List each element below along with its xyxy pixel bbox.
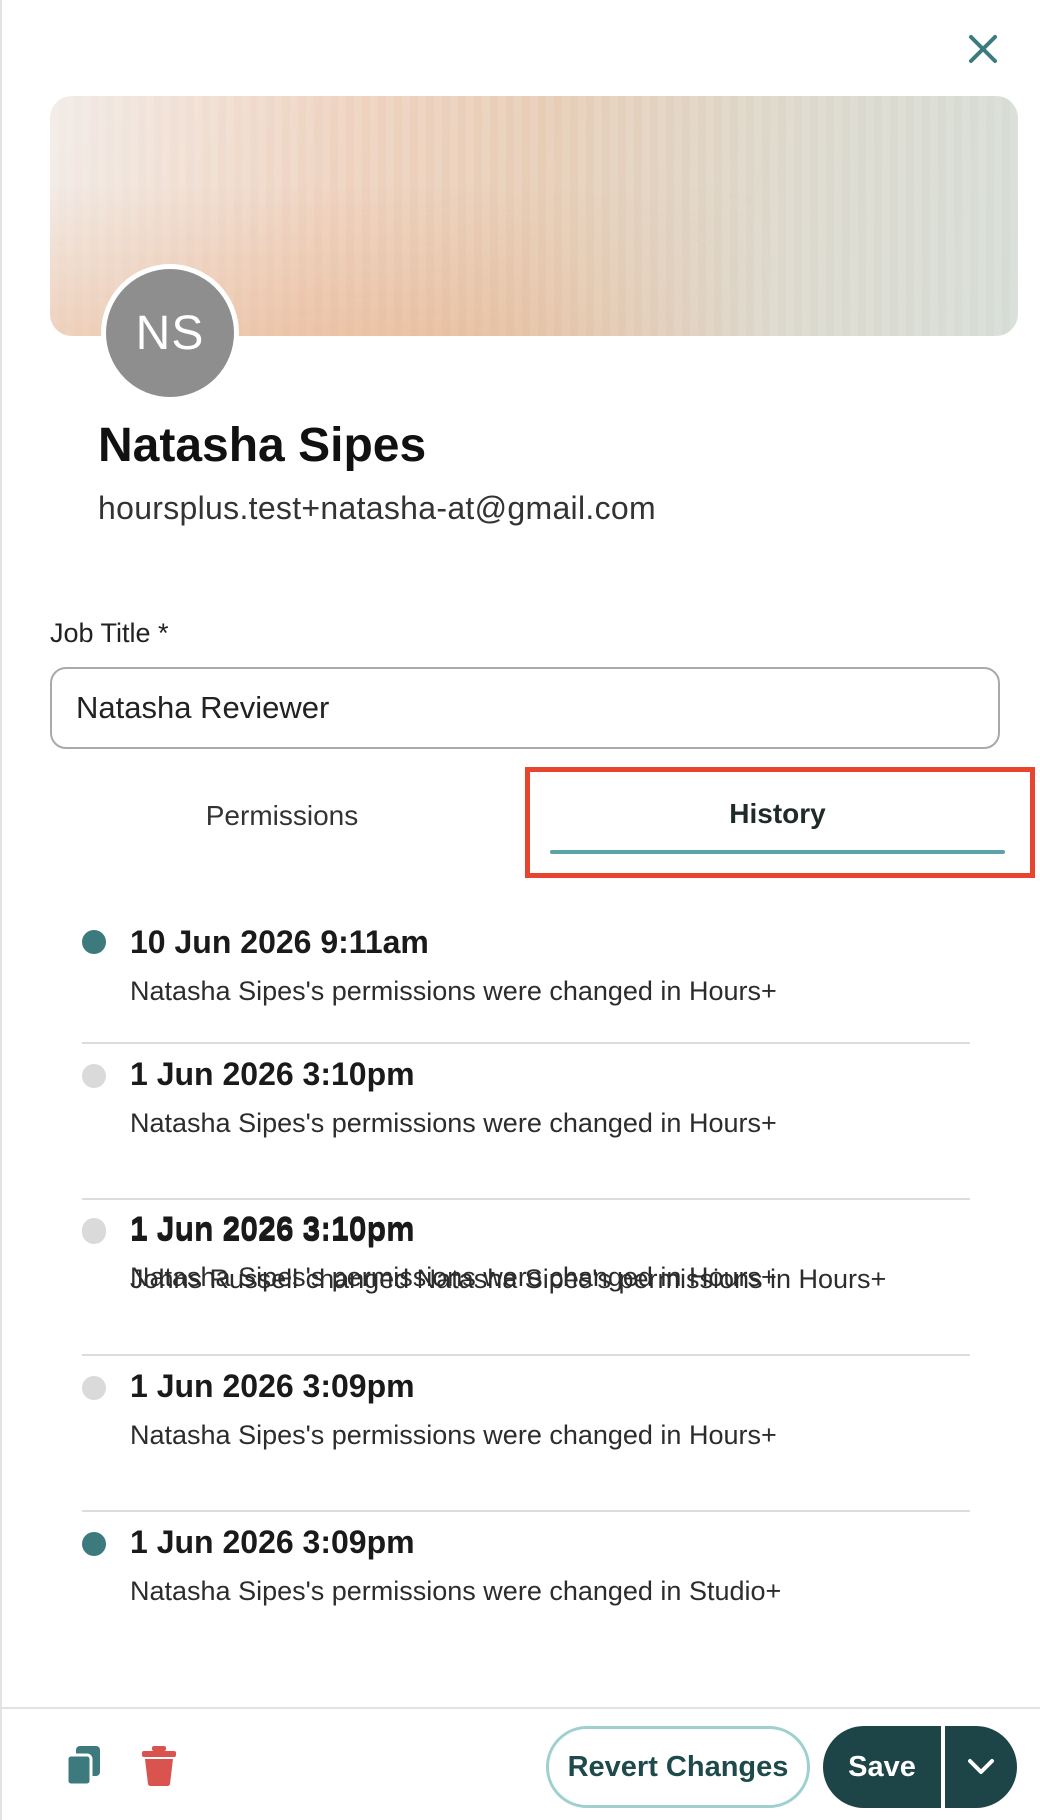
history-date: 1 Jun 2026 3:09pm <box>130 1368 415 1404</box>
copy-icon <box>65 1746 100 1787</box>
history-item: 1 Jun 2026 3:10pm Johns Russell changed … <box>82 1198 970 1354</box>
panel-edge <box>0 0 2 1820</box>
status-dot <box>82 930 106 954</box>
save-button[interactable]: Save <box>823 1726 941 1808</box>
close-icon <box>969 35 997 63</box>
history-description: Natasha Sipes's permissions were changed… <box>130 976 777 1006</box>
highlight-box <box>525 767 1035 878</box>
status-dot <box>82 1376 106 1400</box>
footer-divider <box>0 1707 1040 1709</box>
history-date: 1 Jun 2026 3:10pm <box>130 1056 415 1092</box>
history-item: 10 Jun 2026 9:11am Natasha Sipes's permi… <box>82 910 970 1042</box>
history-item: 1 Jun 2026 3:10pm Natasha Sipes's permis… <box>82 1042 970 1198</box>
history-description: Natasha Sipes's permissions were changed… <box>130 1576 782 1606</box>
status-dot <box>82 1220 106 1244</box>
history-description: Natasha Sipes's permissions were changed… <box>130 1420 777 1450</box>
delete-button[interactable] <box>140 1744 178 1788</box>
history-list-rest: 1 Jun 2026 3:10pm Natasha Sipes's permis… <box>82 1042 970 1666</box>
trash-icon <box>142 1746 176 1786</box>
avatar-initials: NS <box>135 306 205 360</box>
close-button[interactable] <box>964 30 1002 68</box>
status-dot <box>82 1532 106 1556</box>
history-date: 1 Jun 2026 3:10pm <box>130 1212 415 1248</box>
history-date: 10 Jun 2026 9:11am <box>130 924 429 960</box>
job-title-input[interactable] <box>50 667 1000 749</box>
chevron-down-icon <box>968 1759 994 1774</box>
tab-permissions[interactable]: Permissions <box>100 800 464 832</box>
profile-email: hoursplus.test+natasha-at@gmail.com <box>98 490 656 526</box>
save-options-button[interactable] <box>945 1726 1017 1808</box>
history-date: 1 Jun 2026 3:09pm <box>130 1524 415 1560</box>
save-button-group: Save <box>823 1726 1017 1808</box>
profile-name: Natasha Sipes <box>98 419 427 472</box>
copy-button[interactable] <box>64 1744 104 1788</box>
history-description: Natasha Sipes's permissions were changed… <box>130 1108 777 1138</box>
job-title-label: Job Title * <box>50 618 169 648</box>
revert-changes-button[interactable]: Revert Changes <box>546 1726 810 1808</box>
history-item: 1 Jun 2026 3:09pm Natasha Sipes's permis… <box>82 1354 970 1510</box>
status-dot <box>82 1064 106 1088</box>
history-item: 1 Jun 2026 3:09pm Natasha Sipes's permis… <box>82 1510 970 1666</box>
avatar: NS <box>101 264 239 402</box>
history-description: Johns Russell changed Natasha Sipes's pe… <box>130 1264 887 1294</box>
